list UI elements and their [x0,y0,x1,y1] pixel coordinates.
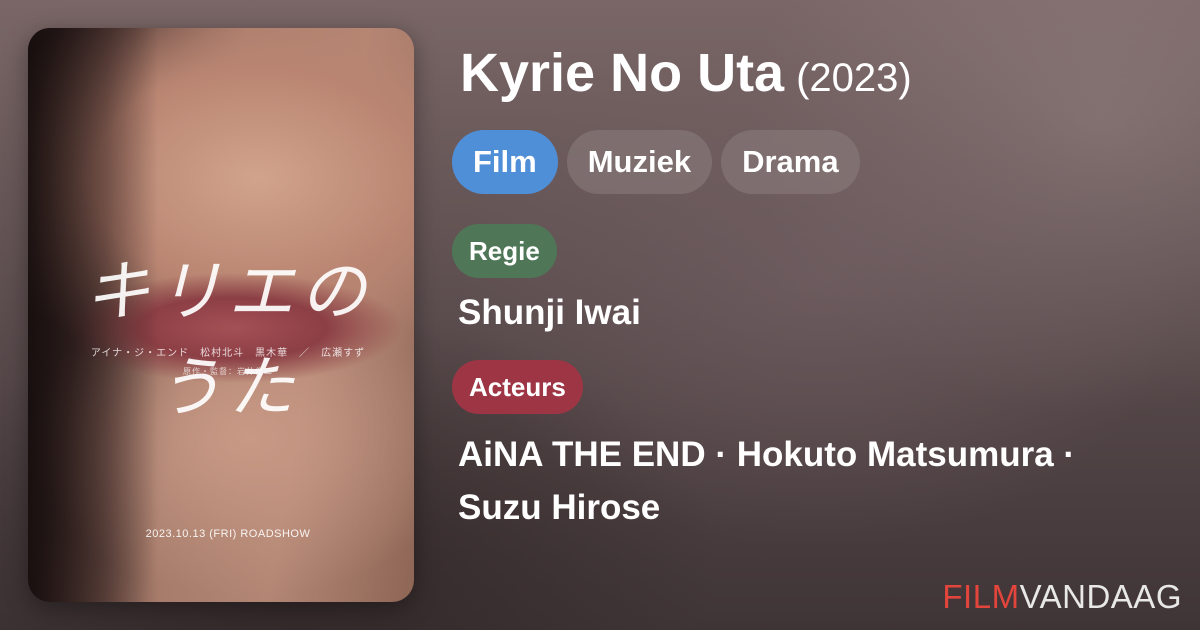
actors-line-2: Suzu Hirose [458,488,661,527]
brand-logo: FILMVANDAAG [942,578,1182,616]
page-title: Kyrie No Uta (2023) [460,42,912,104]
movie-year: (2023) [796,56,912,100]
poster-credit: 原作・監督：岩井俊二 [183,367,273,376]
genre-chip-muziek[interactable]: Muziek [566,130,713,194]
director-name: Shunji Iwai [458,293,641,332]
genre-chip-drama[interactable]: Drama [721,130,860,194]
actors-line-1: AiNA THE END · Hokuto Matsumura · [458,435,1076,474]
movie-title: Kyrie No Uta [460,43,785,103]
brand-logo-film: FILM [942,578,1020,615]
director-label: Regie [452,224,557,278]
genre-chip-film[interactable]: Film [452,130,558,194]
movie-poster[interactable]: キリエのうた アイナ・ジ・エンド 松村北斗 黒木華 ／ 広瀬すず 原作・監督：岩… [28,28,414,602]
poster-release-date: 2023.10.13 (FRI) ROADSHOW [145,528,311,540]
actors-list: AiNA THE END · Hokuto Matsumura · Suzu H… [458,428,1178,534]
brand-logo-vandaag: VANDAAG [1019,578,1182,615]
poster-title: キリエのうた [84,253,372,426]
poster-cast: アイナ・ジ・エンド 松村北斗 黒木華 ／ 広瀬すず [90,348,366,359]
genre-list: Film Muziek Drama [452,130,860,194]
actors-label: Acteurs [452,360,583,414]
